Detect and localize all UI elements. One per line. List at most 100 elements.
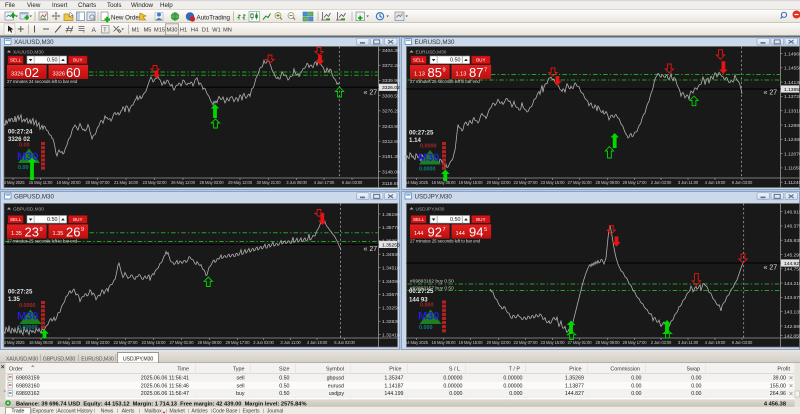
svg-text:Order: Order xyxy=(9,367,23,373)
svg-text:XAUUSD,M30: XAUUSD,M30 xyxy=(14,39,54,46)
svg-text:0.000: 0.000 xyxy=(449,391,462,397)
svg-text:Size: Size xyxy=(279,367,290,373)
svg-text:3404.30: 3404.30 xyxy=(382,48,400,54)
svg-text:19 May 15:00: 19 May 15:00 xyxy=(459,340,484,345)
svg-text:1.13310: 1.13310 xyxy=(784,109,800,115)
svg-text:27 minutes 25 seconds left to: 27 minutes 25 seconds left to bar end xyxy=(7,239,78,244)
svg-text:GBPUSD,M30: GBPUSD,M30 xyxy=(14,194,54,201)
svg-text:0.00000: 0.00000 xyxy=(503,375,522,381)
svg-text:1.32410: 1.32410 xyxy=(382,332,400,338)
svg-text:3 Jun 11:00: 3 Jun 11:00 xyxy=(678,340,699,345)
svg-text:3372.20: 3372.20 xyxy=(382,63,400,69)
svg-text:27 minutes 25 seconds left til: 27 minutes 25 seconds left til bar end xyxy=(410,79,480,84)
svg-text:#69893162 buy 0.50: #69893162 buy 0.50 xyxy=(410,279,454,285)
svg-text:0.000: 0.000 xyxy=(509,391,522,397)
svg-text:Alerts: Alerts xyxy=(122,409,135,414)
svg-text:0.50: 0.50 xyxy=(450,58,461,64)
svg-text:1.14960: 1.14960 xyxy=(784,51,800,57)
svg-text:« 27: « 27 xyxy=(364,90,378,97)
svg-text:0.50: 0.50 xyxy=(47,217,58,223)
svg-text:28 May 09:00: 28 May 09:00 xyxy=(596,180,621,185)
svg-text:87: 87 xyxy=(469,65,483,80)
svg-text:22 May 07:00: 22 May 07:00 xyxy=(114,340,139,345)
svg-text:3181.30: 3181.30 xyxy=(382,154,400,160)
svg-text:0.00: 0.00 xyxy=(18,165,29,171)
svg-text:0.0000: 0.0000 xyxy=(419,166,436,172)
svg-text:14 May 2025: 14 May 2025 xyxy=(405,340,429,345)
svg-text:7: 7 xyxy=(484,68,487,74)
svg-text:Commission: Commission xyxy=(610,367,640,373)
svg-text:SELL: SELL xyxy=(413,57,425,62)
svg-text:20 May 23:00: 20 May 23:00 xyxy=(487,340,512,345)
svg-text:26: 26 xyxy=(66,224,80,239)
svg-text:Price: Price xyxy=(389,367,401,373)
svg-text:2 Jun 03:00: 2 Jun 03:00 xyxy=(253,340,274,345)
svg-text:85: 85 xyxy=(428,65,442,80)
svg-text:3276.25: 3276.25 xyxy=(382,109,400,115)
svg-text:1.35: 1.35 xyxy=(8,296,20,303)
svg-text:15 May 11:00: 15 May 11:00 xyxy=(29,180,53,185)
svg-text:3148.00: 3148.00 xyxy=(382,169,400,175)
svg-text:1.35: 1.35 xyxy=(11,231,22,237)
svg-text:1.35: 1.35 xyxy=(53,231,64,237)
svg-text:Articles: Articles xyxy=(191,409,208,414)
svg-text:1.35770: 1.35770 xyxy=(382,225,400,231)
svg-text:4 Jun 19:00: 4 Jun 19:00 xyxy=(705,180,726,185)
svg-text:Type: Type xyxy=(233,367,245,373)
svg-text:27 minutes 24 seconds left to: 27 minutes 24 seconds left to bar end xyxy=(7,79,78,84)
svg-text:SELL: SELL xyxy=(413,217,425,222)
svg-text:2 Jun 03:00: 2 Jun 03:00 xyxy=(651,340,672,345)
svg-text:14 May 2025: 14 May 2025 xyxy=(405,180,429,185)
svg-text:Balance: 39 696.74 USD Equity: Balance: 39 696.74 USD Equity: 44 153.12… xyxy=(16,401,307,407)
svg-text:buy: buy xyxy=(236,391,245,397)
svg-text:S / L: S / L xyxy=(449,367,460,373)
svg-text:4 Jun 19:00: 4 Jun 19:00 xyxy=(307,340,328,345)
svg-text:264.96: 264.96 xyxy=(770,391,786,397)
svg-text:3339.90: 3339.90 xyxy=(382,78,400,84)
svg-text:0.00: 0.00 xyxy=(631,383,641,389)
svg-text:0.00000: 0.00000 xyxy=(443,375,462,381)
svg-text:M30: M30 xyxy=(418,152,439,164)
svg-text:1.13720: 1.13720 xyxy=(784,94,800,100)
svg-text:EURUSD,M30: EURUSD,M30 xyxy=(415,39,455,46)
svg-text:30 May 21:00: 30 May 21:00 xyxy=(257,180,282,185)
svg-text:0.00: 0.00 xyxy=(691,383,701,389)
svg-text:Exposure: Exposure xyxy=(32,409,53,414)
svg-text:155.00: 155.00 xyxy=(770,383,786,389)
svg-text:0.00: 0.00 xyxy=(631,391,641,397)
svg-text:BUY: BUY xyxy=(476,217,485,222)
svg-text:142.595: 142.595 xyxy=(784,324,800,330)
svg-text:3308.55: 3308.55 xyxy=(382,93,400,99)
svg-text:69893162: 69893162 xyxy=(16,391,40,397)
svg-text:6 Jun 03:00: 6 Jun 03:00 xyxy=(732,180,753,185)
svg-text:14 May 2025: 14 May 2025 xyxy=(2,180,26,185)
svg-text:69893159: 69893159 xyxy=(16,375,40,381)
svg-text:3212.60: 3212.60 xyxy=(382,139,400,145)
svg-text:sell: sell xyxy=(237,375,245,381)
svg-text:1.32830: 1.32830 xyxy=(382,319,400,325)
svg-text:1.35269: 1.35269 xyxy=(565,375,584,381)
svg-text:sell: sell xyxy=(237,383,245,389)
svg-text:GBPUSD,M30: GBPUSD,M30 xyxy=(13,207,44,213)
svg-text:2025.06.06 11:56:41: 2025.06.06 11:56:41 xyxy=(141,375,189,381)
svg-text:29 May 17:00: 29 May 17:00 xyxy=(623,340,648,345)
svg-text:29 May 12:00: 29 May 12:00 xyxy=(228,180,253,185)
svg-text:M30: M30 xyxy=(17,311,38,323)
svg-text:1.14130: 1.14130 xyxy=(784,80,800,86)
svg-text:23 May 15:00: 23 May 15:00 xyxy=(142,340,167,345)
svg-text:« 27: « 27 xyxy=(764,265,778,272)
svg-text:27 May 01:00: 27 May 01:00 xyxy=(568,180,593,185)
svg-text:M30: M30 xyxy=(418,311,439,323)
svg-text:28 May 09:00: 28 May 09:00 xyxy=(198,340,223,345)
svg-text:20 May 23:00: 20 May 23:00 xyxy=(86,340,111,345)
svg-text:0.50: 0.50 xyxy=(279,383,289,389)
svg-text:146.375: 146.375 xyxy=(784,224,800,230)
svg-text:1.35347: 1.35347 xyxy=(384,375,403,381)
svg-text:GBPUSD,M30: GBPUSD,M30 xyxy=(43,356,76,362)
svg-text:1.34510: 1.34510 xyxy=(382,265,400,271)
svg-text:144: 144 xyxy=(456,231,465,237)
svg-text:1.36190: 1.36190 xyxy=(382,212,400,218)
svg-text:26 May 12:00: 26 May 12:00 xyxy=(171,180,196,185)
svg-text:gbpusd: gbpusd xyxy=(327,375,344,381)
svg-text:SELL: SELL xyxy=(10,57,22,62)
